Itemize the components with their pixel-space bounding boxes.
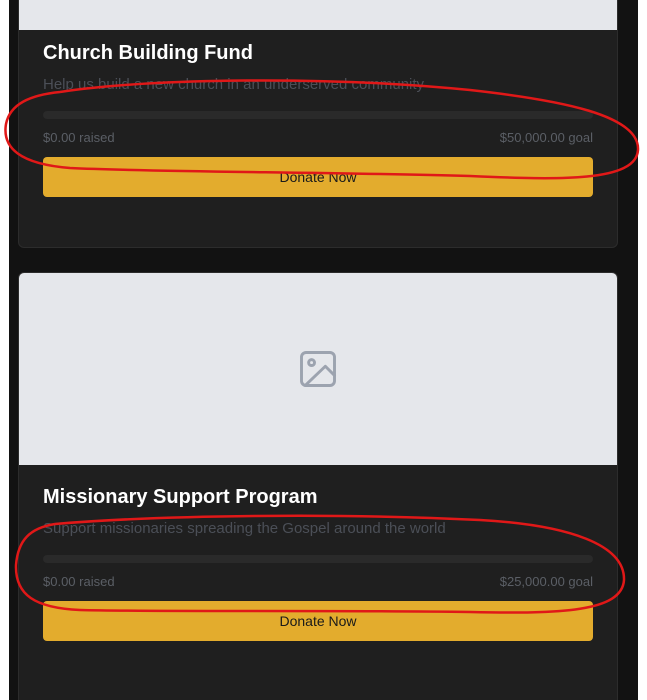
campaign-card-body: Church Building Fund Help us build a new… xyxy=(43,38,593,197)
raised-amount: $0.00 raised xyxy=(43,574,115,589)
raised-amount: $0.00 raised xyxy=(43,130,115,145)
progress-bar xyxy=(43,111,593,119)
donate-button[interactable]: Donate Now xyxy=(43,601,593,641)
campaign-card-body: Missionary Support Program Support missi… xyxy=(43,482,593,641)
progress-labels: $0.00 raised $50,000.00 goal xyxy=(43,130,593,146)
campaign-description: Help us build a new church in an underse… xyxy=(43,76,425,93)
campaign-image xyxy=(19,273,617,465)
image-placeholder-icon xyxy=(300,351,336,387)
donate-button[interactable]: Donate Now xyxy=(43,157,593,197)
goal-amount: $25,000.00 goal xyxy=(499,574,593,589)
goal-amount: $50,000.00 goal xyxy=(499,130,593,145)
campaign-card: Church Building Fund Help us build a new… xyxy=(18,0,618,248)
campaign-image xyxy=(19,0,617,30)
campaign-card: Missionary Support Program Support missi… xyxy=(18,272,618,700)
campaign-description: Support missionaries spreading the Gospe… xyxy=(43,520,446,537)
campaign-title: Missionary Support Program xyxy=(43,486,318,508)
campaign-title: Church Building Fund xyxy=(43,42,253,64)
progress-labels: $0.00 raised $25,000.00 goal xyxy=(43,574,593,590)
progress-bar xyxy=(43,555,593,563)
